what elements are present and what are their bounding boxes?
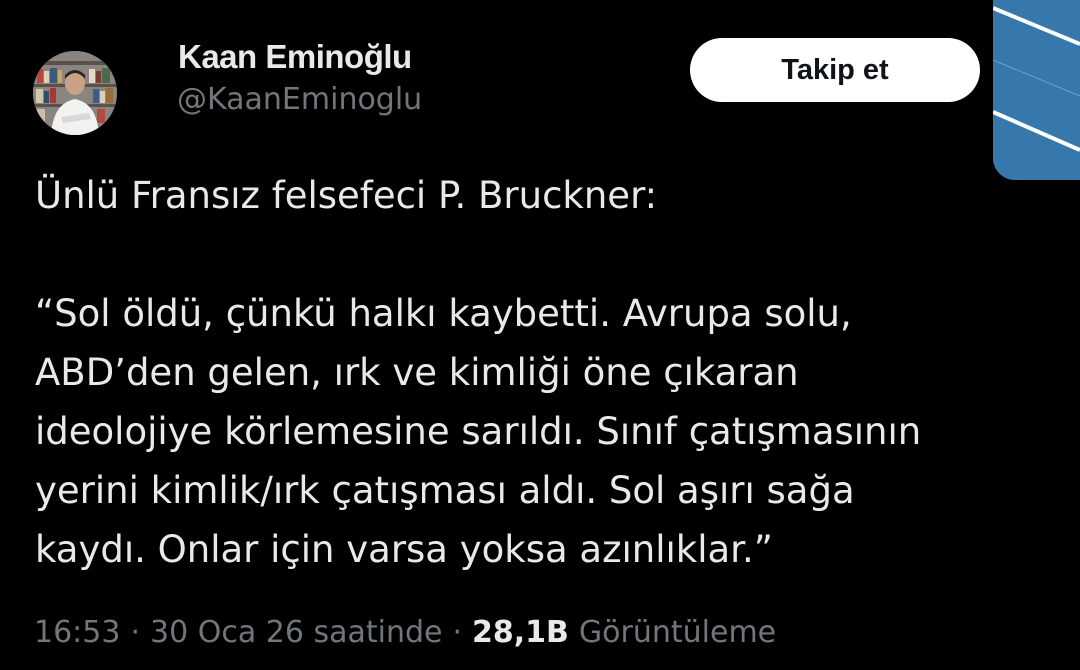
tweet-line: kaydı. Onlar için varsa yoksa azınlıklar… — [35, 528, 773, 571]
tweet-line: ideolojiye körlemesine sarıldı. Sınıf ça… — [35, 410, 922, 453]
author-name[interactable]: Kaan Eminoğlu — [178, 38, 412, 76]
avatar-image — [33, 51, 117, 135]
tweet-meta: 16:53 · 30 Oca 26 saatinde · 28,1B Görün… — [34, 615, 776, 650]
avatar[interactable] — [33, 51, 117, 135]
tweet-time[interactable]: 16:53 — [34, 615, 120, 650]
tweet-date[interactable]: 30 Oca 26 saatinde — [150, 615, 442, 650]
tweet-line: yerini kimlik/ırk çatışması aldı. Sol aş… — [35, 469, 855, 512]
views-count: 28,1B — [472, 615, 569, 650]
follow-button[interactable]: Takip et — [690, 38, 980, 102]
author-handle[interactable]: @KaanEminoglu — [177, 82, 422, 117]
meta-separator: · — [452, 615, 463, 650]
corner-image — [993, 0, 1080, 180]
tweet-line: ABD’den gelen, ırk ve kimliği öne çıkara… — [35, 351, 799, 394]
tweet-line: Ünlü Fransız felsefeci P. Bruckner: — [35, 174, 658, 217]
tweet-line: “Sol öldü, çünkü halkı kaybetti. Avrupa … — [35, 292, 852, 335]
views-label: Görüntüleme — [578, 615, 777, 650]
tweet-text: Ünlü Fransız felsefeci P. Bruckner: “Sol… — [35, 166, 1065, 579]
meta-separator: · — [130, 615, 141, 650]
